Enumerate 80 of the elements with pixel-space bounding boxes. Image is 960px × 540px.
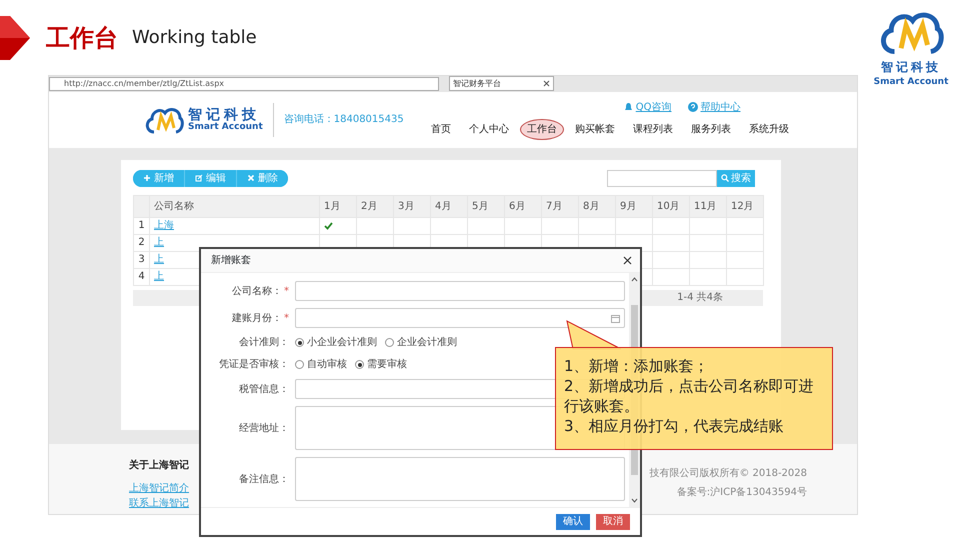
help-icon xyxy=(688,102,698,112)
field-label: 建账月份： xyxy=(232,312,282,326)
search-field[interactable] xyxy=(607,170,717,187)
logo-text: 智记科技 xyxy=(881,59,941,76)
nav-item[interactable]: 个人中心 xyxy=(462,118,516,140)
dialog-button[interactable]: 取消 xyxy=(596,514,630,530)
record-text: 备案号:沪ICP备13043594号 xyxy=(676,486,807,500)
nav-item[interactable]: 购买帐套 xyxy=(568,118,622,140)
radio-label[interactable]: 自动审核 xyxy=(307,357,347,372)
phone-text: 咨询电话：18408015435 xyxy=(284,112,405,128)
chevron-up-icon xyxy=(631,277,638,282)
close-icon xyxy=(543,80,550,88)
logo-tagline: Smart Account xyxy=(874,76,948,89)
search-icon xyxy=(721,174,729,182)
close-button[interactable] xyxy=(623,256,632,265)
column-header: 4月 xyxy=(430,195,468,218)
field-label: 备注信息： xyxy=(239,472,289,486)
dialog-button[interactable]: 确认 xyxy=(556,514,590,530)
column-header: 5月 xyxy=(468,195,504,218)
required-mark: * xyxy=(284,284,289,298)
column-header: 6月 xyxy=(504,195,542,218)
callout-text: 1、新增：添加账套； xyxy=(564,356,710,376)
nav-item[interactable]: 服务列表 xyxy=(684,118,738,140)
radio-button[interactable] xyxy=(295,360,304,369)
field-label: 公司名称： xyxy=(232,284,282,298)
column-header: 9月 xyxy=(616,195,652,218)
required-mark: * xyxy=(284,312,289,326)
copyright-text: 技有限公司版权所有© 2018-2028 xyxy=(649,466,807,482)
column-header: 3月 xyxy=(394,195,430,218)
dialog-title: 新增账套 xyxy=(211,254,251,268)
bell-icon xyxy=(624,102,633,112)
nav-item[interactable]: 工作台 xyxy=(520,118,564,140)
radio-option[interactable]: 需要审核 xyxy=(355,357,407,372)
column-header: 12月 xyxy=(726,195,764,218)
browser-tab[interactable]: 智记财务平台 xyxy=(449,76,554,92)
callout-text: 2、新增成功后，点击公司名称即可进行该账套。 xyxy=(564,376,815,416)
radio-option[interactable]: 企业会计准则 xyxy=(385,335,457,350)
footer-heading: 关于上海智记 xyxy=(129,458,189,474)
field-label: 税管信息： xyxy=(239,382,289,396)
textarea-field[interactable] xyxy=(295,457,625,501)
radio-button[interactable] xyxy=(355,360,364,369)
column-header: 2月 xyxy=(356,195,394,218)
x-icon xyxy=(247,174,255,182)
nav-item[interactable]: 课程列表 xyxy=(626,118,680,140)
logo-tagline: Smart Account xyxy=(188,122,263,132)
radio-label[interactable]: 企业会计准则 xyxy=(397,335,457,350)
radio-option[interactable]: 自动审核 xyxy=(295,357,347,372)
logo-text: 智记科技 xyxy=(188,108,260,123)
radio-button[interactable] xyxy=(385,338,394,347)
edit-icon xyxy=(195,174,203,182)
nav-item[interactable]: 系统升级 xyxy=(742,118,796,140)
row-number: 1 xyxy=(134,217,150,234)
calendar-icon xyxy=(611,314,620,322)
table-header xyxy=(134,195,150,218)
slide-subtitle: Working table xyxy=(132,26,257,50)
column-header: 7月 xyxy=(542,195,578,218)
field-label: 会计准则： xyxy=(239,336,289,350)
chevron-down-icon xyxy=(631,498,638,503)
radio-button[interactable] xyxy=(295,338,304,347)
column-header: 公司名称 xyxy=(150,195,320,218)
callout-text: 3、相应月份打勾，代表完成结账 xyxy=(564,416,785,436)
address-field[interactable]: http://znacc.cn/member/ztlg/ZtList.aspx xyxy=(49,76,439,91)
column-header: 1月 xyxy=(320,195,356,218)
chevron-icon xyxy=(0,16,32,60)
pagination-text: 1-4 共4条 xyxy=(677,290,723,306)
column-header: 11月 xyxy=(690,195,726,218)
slide-title: 工作台 xyxy=(46,22,118,54)
row-number: 2 xyxy=(134,234,150,252)
column-header: 8月 xyxy=(578,195,616,218)
row-number: 4 xyxy=(134,268,150,286)
field-label: 经营地址： xyxy=(239,422,289,436)
radio-label[interactable]: 需要审核 xyxy=(367,357,407,372)
close-icon xyxy=(623,256,632,265)
nav-item[interactable]: 首页 xyxy=(424,118,458,140)
field-label: 凭证是否审核： xyxy=(219,358,289,372)
row-number: 3 xyxy=(134,251,150,268)
column-header: 10月 xyxy=(652,195,690,218)
input-field[interactable] xyxy=(295,281,625,301)
date-field[interactable] xyxy=(295,308,625,328)
plus-icon xyxy=(143,174,151,182)
